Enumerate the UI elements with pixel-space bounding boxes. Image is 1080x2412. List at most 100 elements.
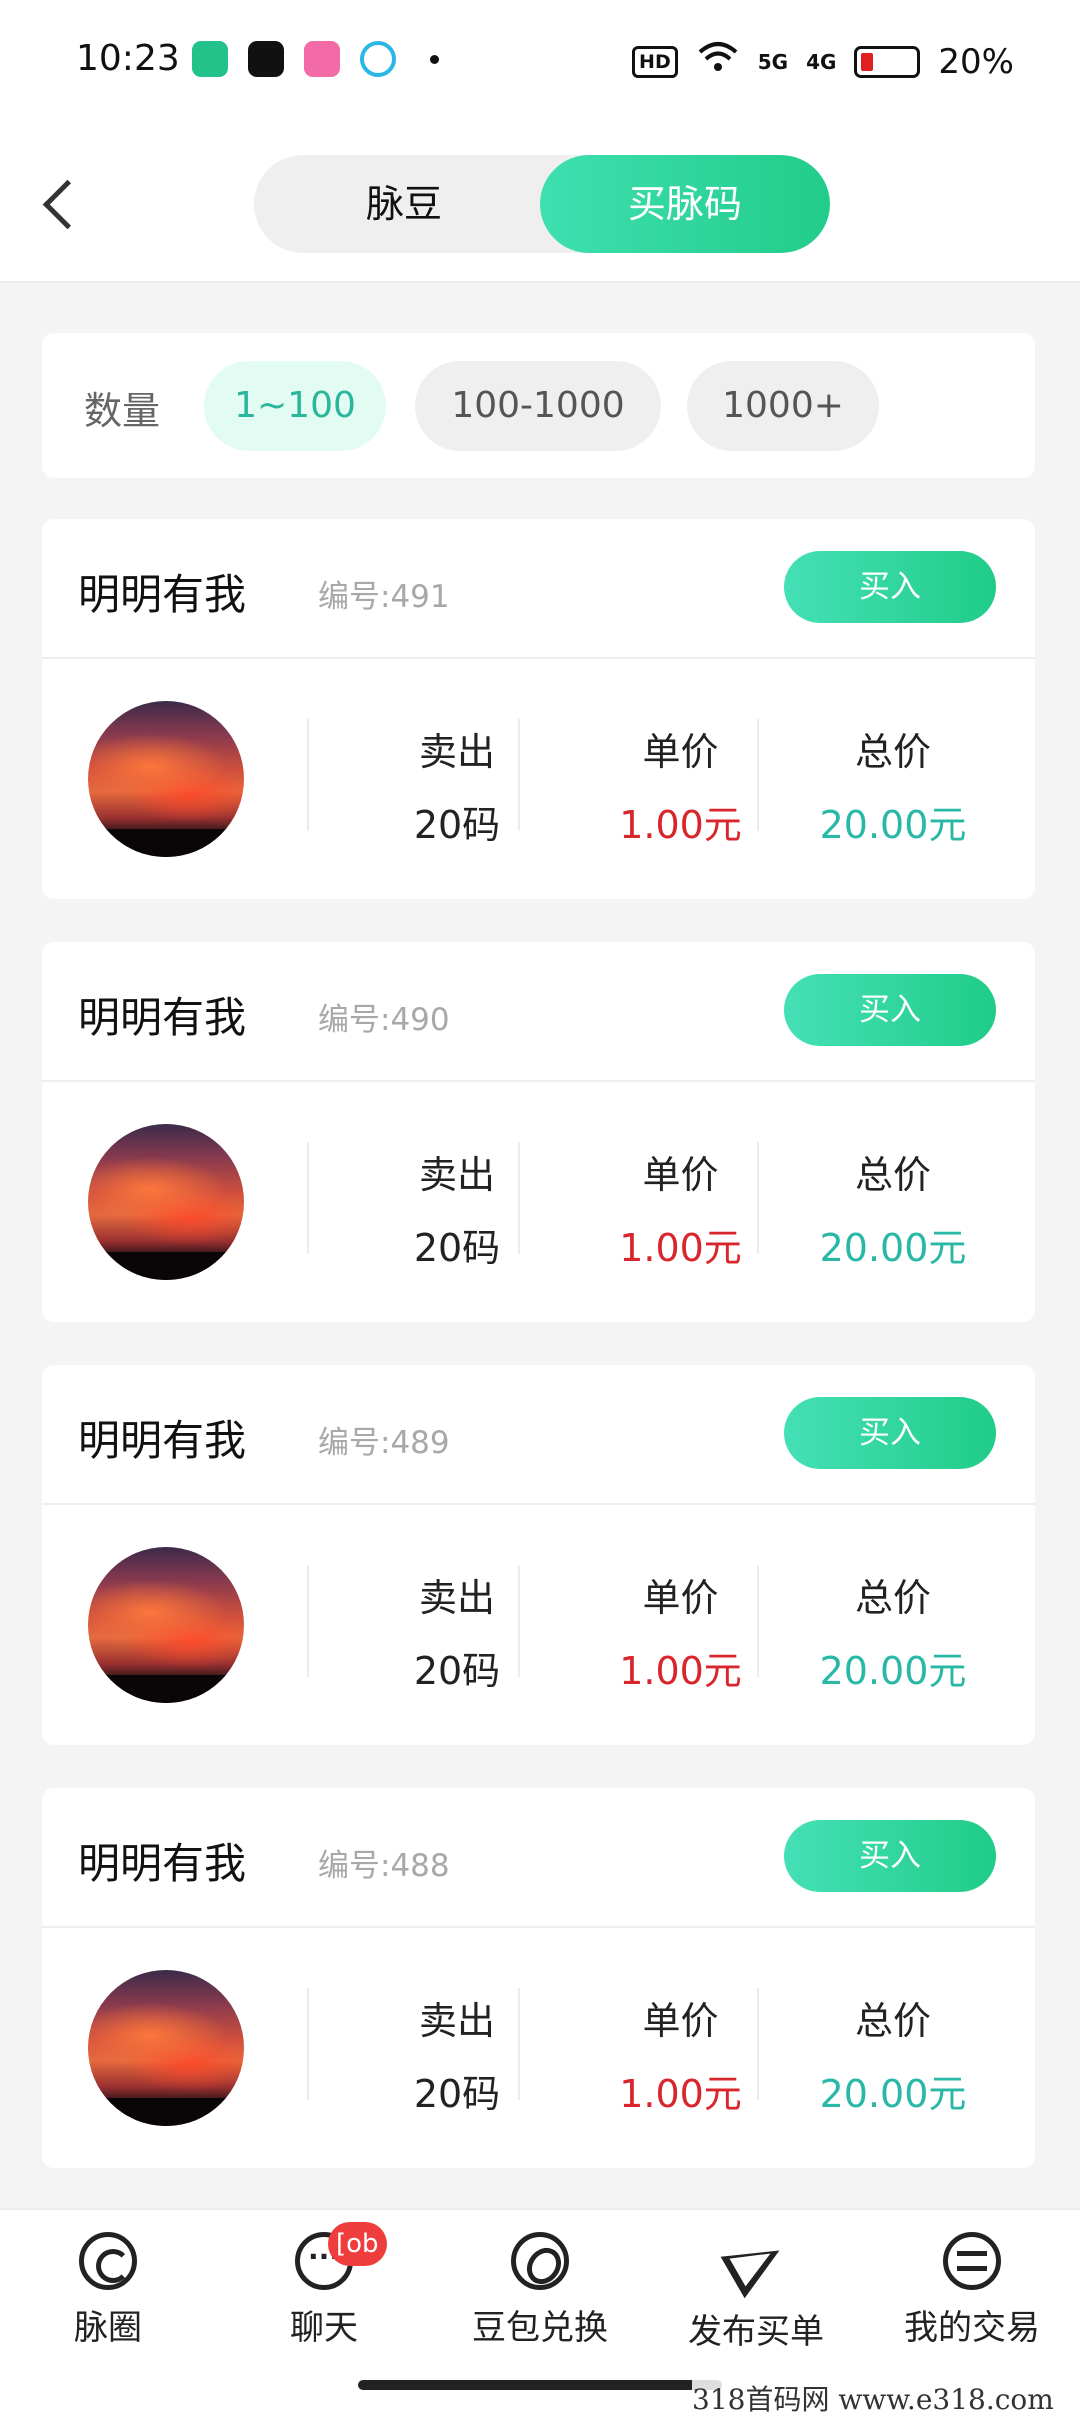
listing-card: 明明有我 编号:489 买入 卖出 20码 单价 1.00元 总价 20.00元 [42, 1365, 1035, 1745]
unit-price-value: 1.00元 [619, 1226, 742, 1270]
sold-label: 卖出 [418, 1999, 495, 2043]
serial-number: 编号:491 [318, 579, 450, 615]
seller-name: 明明有我 [78, 570, 247, 619]
total-value: 20.00元 [819, 2072, 967, 2116]
unit-price-value: 1.00元 [619, 1649, 742, 1693]
sold-column: 卖出 20码 [362, 1567, 552, 1695]
sold-label: 卖出 [418, 730, 495, 774]
unit-price-column: 单价 1.00元 [558, 721, 803, 849]
column-divider [518, 1565, 520, 1677]
listing-header: 明明有我 编号:488 买入 [42, 1788, 1035, 1928]
system-indicators: HD 5G 4G 20% [632, 40, 1014, 83]
bilibili-icon [304, 41, 340, 77]
sold-value: 20码 [413, 2072, 501, 2116]
total-value: 20.00元 [819, 1226, 967, 1270]
status-bar: 10:23 HD 5G 4G 20% [0, 0, 1080, 125]
column-divider [757, 1988, 759, 2100]
back-button[interactable] [30, 173, 90, 233]
swap-icon [943, 2232, 1001, 2290]
serial-number: 编号:488 [318, 1848, 450, 1884]
wifi-icon [696, 40, 740, 83]
column-divider [518, 719, 520, 831]
unread-badge: [ob [328, 2222, 387, 2266]
buy-button[interactable]: 买入 [784, 1397, 996, 1469]
total-column: 总价 20.00元 [782, 1567, 1004, 1695]
column-divider [307, 719, 309, 831]
circle-icon [79, 2232, 137, 2290]
seller-avatar[interactable] [88, 1124, 244, 1280]
tab-switcher: 脉豆 买脉码 [254, 155, 830, 253]
quantity-filter: 数量 1~100 100-1000 1000+ [42, 333, 1035, 478]
unit-price-label: 单价 [642, 730, 719, 774]
column-divider [757, 719, 759, 831]
nav-item-bean-exchange[interactable]: 豆包兑换 [432, 2232, 648, 2349]
column-divider [307, 1565, 309, 1677]
column-divider [757, 1565, 759, 1677]
seller-avatar[interactable] [88, 1970, 244, 2126]
listing-header: 明明有我 编号:491 买入 [42, 519, 1035, 659]
column-divider [307, 1142, 309, 1254]
more-notifications-icon [430, 54, 439, 64]
sold-column: 卖出 20码 [362, 721, 552, 849]
seller-avatar[interactable] [88, 1547, 244, 1703]
nav-item-chat[interactable]: [ob 聊天 [216, 2222, 432, 2349]
seller-avatar[interactable] [88, 701, 244, 857]
column-divider [757, 1142, 759, 1254]
sold-value: 20码 [413, 1226, 501, 1270]
total-column: 总价 20.00元 [782, 1990, 1004, 2118]
tab-maidou[interactable]: 脉豆 [254, 155, 554, 253]
total-label: 总价 [854, 1999, 931, 2043]
unit-price-column: 单价 1.00元 [558, 1144, 803, 1272]
total-label: 总价 [854, 1153, 931, 1197]
nav-label: 脉圈 [74, 2308, 142, 2348]
total-value: 20.00元 [819, 1649, 967, 1693]
total-column: 总价 20.00元 [782, 721, 1004, 849]
listing-card: 明明有我 编号:490 买入 卖出 20码 单价 1.00元 总价 20.00元 [42, 942, 1035, 1322]
nav-item-post-order[interactable]: 发布买单 [648, 2232, 864, 2353]
watermark: 318首码网 www.e318.com [692, 2378, 1054, 2412]
column-divider [518, 1142, 520, 1254]
buy-button[interactable]: 买入 [784, 1820, 996, 1892]
buy-button[interactable]: 买入 [784, 974, 996, 1046]
unit-price-label: 单价 [642, 1576, 719, 1620]
nav-item-my-trades[interactable]: 我的交易 [864, 2232, 1080, 2349]
unit-price-label: 单价 [642, 1999, 719, 2043]
nav-item-circle[interactable]: 脉圈 [0, 2232, 216, 2349]
filter-chip-100-1000[interactable]: 100-1000 [415, 361, 661, 451]
listing-card: 明明有我 编号:491 买入 卖出 20码 单价 1.00元 总价 20.00元 [42, 519, 1035, 899]
battery-percent: 20% [938, 41, 1014, 82]
total-label: 总价 [854, 730, 931, 774]
listing-header: 明明有我 编号:490 买入 [42, 942, 1035, 1082]
tiktok-icon [248, 41, 284, 77]
total-label: 总价 [854, 1576, 931, 1620]
signal-4g-icon: 4G [806, 49, 837, 74]
battery-app-icon [192, 41, 228, 77]
seller-name: 明明有我 [78, 993, 247, 1042]
sold-value: 20码 [413, 803, 501, 847]
battery-icon [854, 45, 921, 78]
nav-label: 发布买单 [688, 2312, 824, 2352]
filter-chip-1000-plus[interactable]: 1000+ [687, 361, 879, 451]
unit-price-value: 1.00元 [619, 2072, 742, 2116]
home-indicator[interactable] [358, 2380, 722, 2390]
sold-value: 20码 [413, 1649, 501, 1693]
seller-name: 明明有我 [78, 1416, 247, 1465]
unit-price-column: 单价 1.00元 [558, 1567, 803, 1695]
listing-header: 明明有我 编号:489 买入 [42, 1365, 1035, 1505]
tab-buy-code[interactable]: 买脉码 [540, 155, 830, 253]
filter-label: 数量 [84, 389, 161, 433]
sold-label: 卖出 [418, 1153, 495, 1197]
hd-icon: HD [632, 45, 678, 78]
sold-label: 卖出 [418, 1576, 495, 1620]
signal-5g-icon: 5G [757, 49, 789, 74]
buy-button[interactable]: 买入 [784, 551, 996, 623]
send-icon [725, 2232, 787, 2294]
column-divider [307, 1988, 309, 2100]
unit-price-label: 单价 [642, 1153, 719, 1197]
status-time: 10:23 [76, 38, 180, 79]
filter-chip-1-100[interactable]: 1~100 [204, 361, 386, 451]
serial-number: 编号:489 [318, 1425, 450, 1461]
video-app-icon [360, 41, 396, 77]
seller-name: 明明有我 [78, 1839, 247, 1888]
listing-card: 明明有我 编号:488 买入 卖出 20码 单价 1.00元 总价 20.00元 [42, 1788, 1035, 2168]
